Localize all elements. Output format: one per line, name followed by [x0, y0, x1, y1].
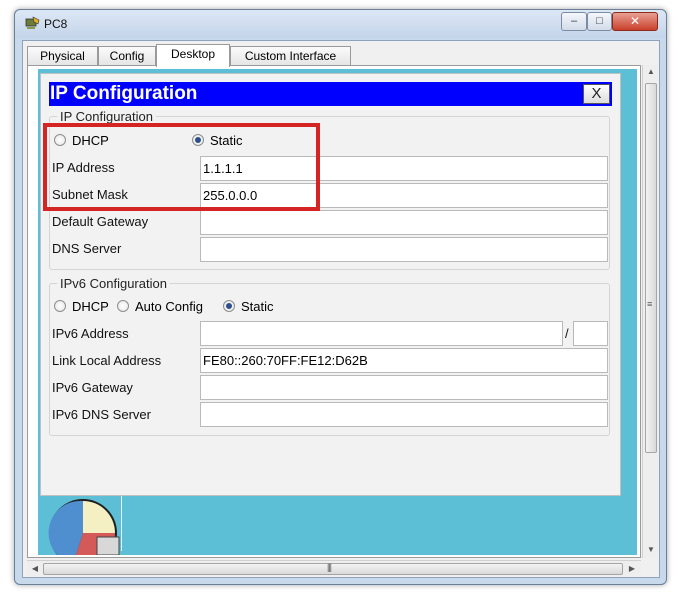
tab-physical[interactable]: Physical: [27, 46, 98, 66]
dns-server-label: DNS Server: [52, 241, 122, 256]
desktop-icon-divider: [121, 489, 122, 551]
ipv6-group-legend: IPv6 Configuration: [57, 276, 170, 291]
desktop-left-strip: [31, 69, 38, 555]
ipv6-prefix-separator: /: [565, 326, 569, 341]
ipv6-gateway-input[interactable]: [200, 375, 608, 400]
minimize-button[interactable]: –: [561, 12, 587, 31]
ipv4-group-legend: IP Configuration: [57, 109, 156, 124]
horizontal-scrollbar[interactable]: ◀ ||| ▶: [27, 560, 641, 576]
tab-desktop[interactable]: Desktop: [156, 44, 230, 67]
close-window-button[interactable]: ✕: [612, 12, 658, 31]
scroll-grip-icon-h: |||: [327, 562, 332, 572]
ipv6-dns-server-label: IPv6 DNS Server: [52, 407, 151, 422]
desktop-app-pie-icon[interactable]: [43, 497, 121, 555]
link-local-address-label: Link Local Address: [52, 353, 162, 368]
ipv6-static-label: Static: [241, 298, 274, 314]
ipv6-dns-server-input[interactable]: [200, 402, 608, 427]
ipv4-dhcp-label: DHCP: [72, 132, 109, 148]
ip-address-label: IP Address: [52, 160, 115, 175]
default-gateway-input[interactable]: [200, 210, 608, 235]
dialog-close-button[interactable]: X: [583, 84, 610, 104]
radio-checked-icon: [192, 134, 204, 146]
tab-custom-interface[interactable]: Custom Interface: [230, 46, 351, 66]
scroll-up-icon[interactable]: ▲: [643, 67, 659, 76]
ipv4-static-radio[interactable]: Static: [192, 131, 243, 149]
ipv6-address-label: IPv6 Address: [52, 326, 129, 341]
dialog-header: IP Configuration X: [49, 82, 612, 106]
ipv6-dhcp-label: DHCP: [72, 298, 109, 314]
radio-unchecked-icon: [54, 300, 66, 312]
scroll-grip-icon: ≡: [647, 299, 652, 309]
horizontal-scroll-thumb[interactable]: [43, 563, 623, 575]
scroll-down-icon[interactable]: ▼: [643, 545, 659, 554]
ipv6-prefix-input[interactable]: [573, 321, 608, 346]
ipv6-static-radio[interactable]: Static: [223, 297, 274, 315]
link-local-address-input[interactable]: FE80::260:70FF:FE12:D62B: [200, 348, 608, 373]
title-bar[interactable]: PC8 – □ ✕: [15, 10, 666, 38]
dns-server-input[interactable]: [200, 237, 608, 262]
ipv6-auto-config-radio[interactable]: Auto Config: [117, 297, 203, 315]
window-title: PC8: [44, 17, 68, 31]
scroll-right-icon[interactable]: ▶: [624, 564, 640, 573]
subnet-mask-label: Subnet Mask: [52, 187, 128, 202]
subnet-mask-input[interactable]: 255.0.0.0: [200, 183, 608, 208]
maximize-button[interactable]: □: [587, 12, 612, 31]
ipv4-dhcp-radio[interactable]: DHCP: [54, 131, 109, 149]
ipv4-static-label: Static: [210, 132, 243, 148]
ip-configuration-dialog: IP Configuration X IP Configuration DHCP…: [40, 73, 621, 496]
ipv6-gateway-label: IPv6 Gateway: [52, 380, 133, 395]
radio-unchecked-icon: [54, 134, 66, 146]
vertical-scrollbar[interactable]: ▲ ≡ ▼: [642, 65, 658, 558]
tab-config[interactable]: Config: [98, 46, 156, 66]
ip-address-input[interactable]: 1.1.1.1: [200, 156, 608, 181]
ipv6-auto-config-label: Auto Config: [135, 298, 203, 314]
default-gateway-label: Default Gateway: [52, 214, 149, 229]
radio-unchecked-icon: [117, 300, 129, 312]
pc-app-icon: [25, 16, 40, 29]
vertical-scroll-thumb[interactable]: [645, 83, 657, 453]
ipv6-address-input[interactable]: [200, 321, 563, 346]
dialog-title: IP Configuration: [50, 83, 198, 104]
scroll-left-icon[interactable]: ◀: [27, 564, 43, 573]
radio-checked-icon: [223, 300, 235, 312]
ipv6-dhcp-radio[interactable]: DHCP: [54, 297, 109, 315]
